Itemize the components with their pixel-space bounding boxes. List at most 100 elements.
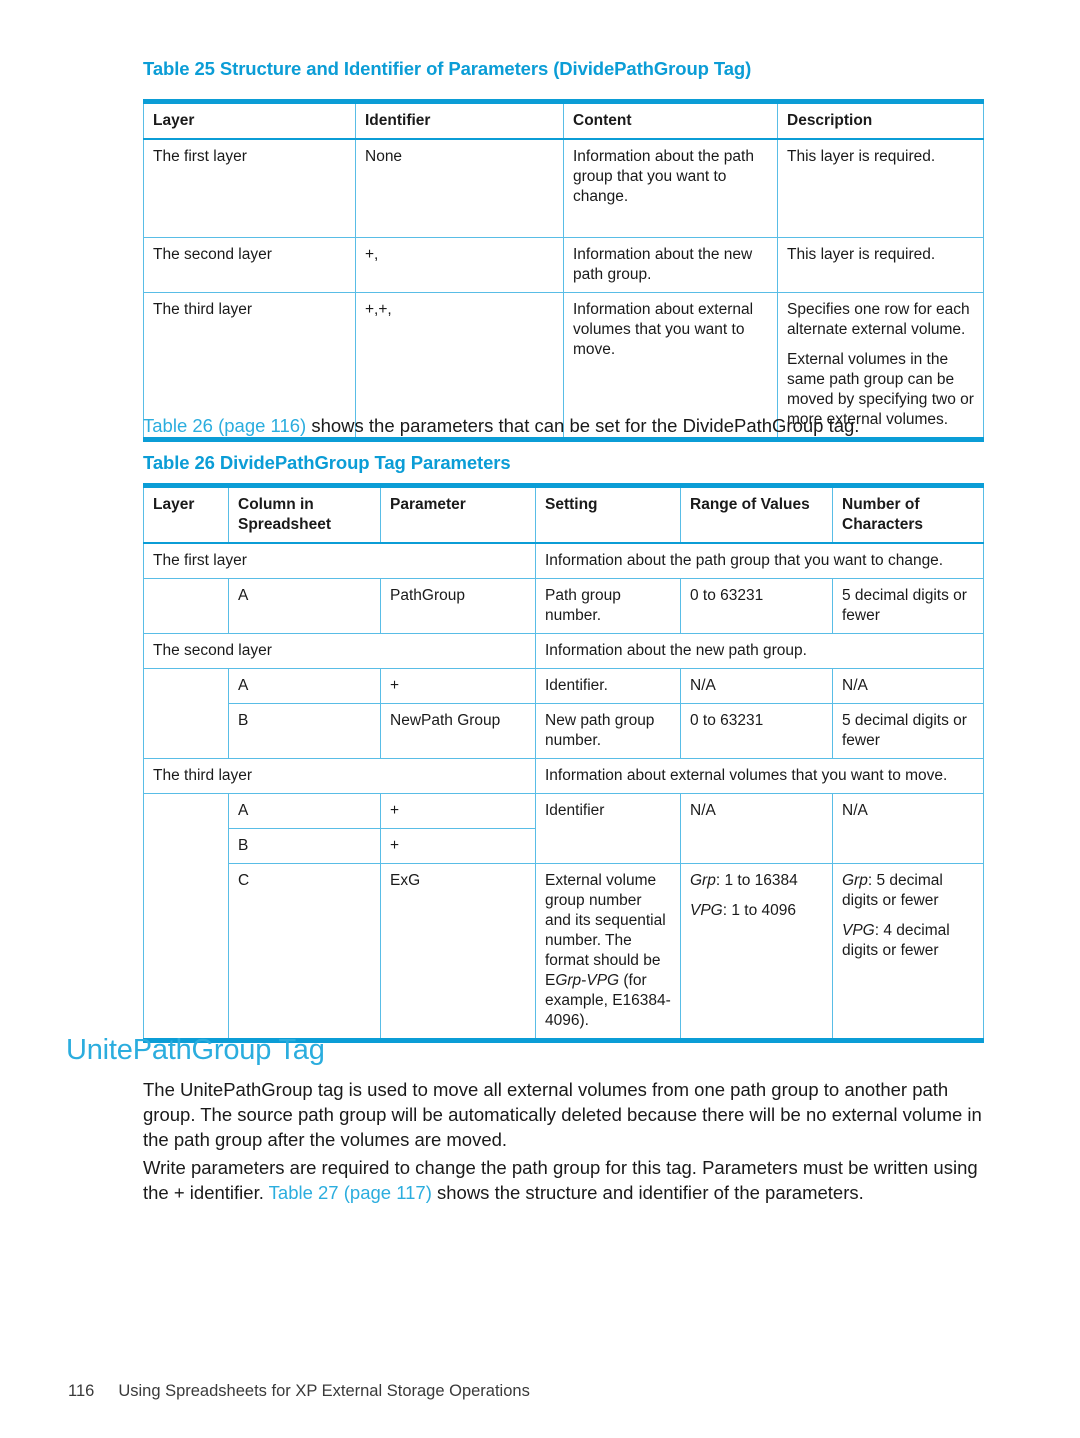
cell-range: 0 to 63231 bbox=[680, 578, 833, 634]
col-header-layer: Layer bbox=[143, 485, 229, 544]
table-row-header: Layer Column in Spreadsheet Parameter Se… bbox=[143, 485, 984, 544]
page-number: 116 bbox=[68, 1382, 95, 1400]
col-header-layer: Layer bbox=[143, 101, 356, 140]
table-row: The first layer None Information about t… bbox=[143, 138, 984, 238]
col-header-parameter: Parameter bbox=[380, 485, 536, 544]
cell-setting: External volume group number and its seq… bbox=[535, 863, 681, 1041]
table-row-layer-summary: The third layer Information about extern… bbox=[143, 758, 984, 794]
cell-description: This layer is required. bbox=[777, 236, 984, 293]
table-26-head: Layer Column in Spreadsheet Parameter Se… bbox=[143, 485, 984, 544]
table-row: C ExG External volume group number and i… bbox=[144, 863, 984, 1041]
table-26-body: The first layer Information about the pa… bbox=[143, 542, 984, 1041]
cell-identifier: None bbox=[355, 138, 564, 238]
table-26-caption: Table 26 DividePathGroup Tag Parameters bbox=[143, 452, 1003, 474]
table-25-caption: Table 25 Structure and Identifier of Par… bbox=[143, 58, 1003, 80]
table-row-header: Layer Identifier Content Description bbox=[143, 101, 984, 140]
section-paragraph-2-rest: shows the structure and identifier of th… bbox=[431, 1182, 864, 1203]
col-header-column-in-spreadsheet: Column in Spreadsheet bbox=[228, 485, 381, 544]
col-header-description: Description bbox=[777, 101, 984, 140]
table-26-intro-text: Table 26 (page 116) shows the parameters… bbox=[143, 413, 1013, 438]
cell-characters: N/A bbox=[832, 668, 984, 704]
col-header-content: Content bbox=[563, 101, 778, 140]
cell-characters: 5 decimal digits or fewer bbox=[832, 703, 984, 759]
table-26-caption-text: Table 26 DividePathGroup Tag Parameters bbox=[143, 452, 511, 473]
cell-layer-empty bbox=[143, 793, 229, 1041]
cell-characters: 5 decimal digits or fewer bbox=[832, 578, 984, 634]
table-row-layer-summary: The first layer Information about the pa… bbox=[143, 542, 984, 579]
table-row: A + Identifier N/A N/A bbox=[143, 793, 984, 1041]
cell-layer: The second layer bbox=[143, 236, 356, 293]
table-25-caption-text: Table 25 Structure and Identifier of Par… bbox=[143, 58, 752, 79]
cell-range: N/A bbox=[680, 793, 833, 864]
cell-column: C bbox=[228, 863, 381, 1041]
cell-layer-summary: Information about external volumes that … bbox=[535, 758, 984, 794]
cell-parameter: ExG bbox=[380, 863, 536, 1041]
cell-parameter: + bbox=[380, 793, 536, 829]
cell-range: 0 to 63231 bbox=[680, 703, 833, 759]
cell-range: Grp: 1 to 16384 VPG: 1 to 4096 bbox=[680, 863, 833, 1041]
table-25: Layer Identifier Content Description The… bbox=[143, 99, 984, 442]
table-25-grid: Layer Identifier Content Description The… bbox=[143, 99, 984, 442]
table-row: A PathGroup Path group number. 0 to 6323… bbox=[143, 578, 984, 634]
cell-range-line: Grp: 1 to 16384 bbox=[690, 871, 823, 891]
cell-layer: The first layer bbox=[143, 542, 536, 579]
cell-parameter: + bbox=[380, 828, 536, 864]
table-27-crossref-link[interactable]: Table 27 (page 117) bbox=[269, 1182, 432, 1203]
table-26: Layer Column in Spreadsheet Parameter Se… bbox=[143, 483, 984, 1043]
table-26-intro-rest: shows the parameters that can be set for… bbox=[306, 415, 860, 436]
cell-setting: Identifier bbox=[535, 793, 681, 864]
cell-layer-empty bbox=[143, 578, 229, 634]
table-row: The second layer +, Information about th… bbox=[143, 236, 984, 293]
cell-layer: The second layer bbox=[143, 633, 536, 669]
cell-layer-summary: Information about the new path group. bbox=[535, 633, 984, 669]
range-value-grp: : 1 to 16384 bbox=[715, 872, 798, 889]
document-page: Table 25 Structure and Identifier of Par… bbox=[0, 0, 1080, 1438]
cell-parameter: PathGroup bbox=[380, 578, 536, 634]
cell-column: B bbox=[228, 703, 381, 759]
cell-layer-empty bbox=[143, 668, 229, 759]
cell-content: Information about the new path group. bbox=[563, 236, 778, 293]
col-header-identifier: Identifier bbox=[355, 101, 564, 140]
cell-description: This layer is required. bbox=[777, 138, 984, 238]
cell-layer-summary: Information about the path group that yo… bbox=[535, 542, 984, 579]
cell-setting: Path group number. bbox=[535, 578, 681, 634]
cell-identifier: +, bbox=[355, 236, 564, 293]
chars-label-grp: Grp bbox=[842, 872, 868, 889]
table-row: B NewPath Group New path group number. 0… bbox=[144, 703, 984, 759]
cell-column: A bbox=[228, 668, 381, 704]
page-section-heading: UnitePathGroup Tag bbox=[66, 1034, 325, 1066]
cell-column: B bbox=[228, 828, 381, 864]
page-footer: 116 Using Spreadsheets for XP External St… bbox=[68, 1382, 530, 1401]
cell-setting: New path group number. bbox=[535, 703, 681, 759]
cell-column: A bbox=[228, 578, 381, 634]
table-row: A + Identifier. N/A N/A bbox=[143, 668, 984, 759]
cell-characters-line: Grp: 5 decimal digits or fewer bbox=[842, 871, 974, 911]
section-paragraph-2: Write parameters are required to change … bbox=[143, 1155, 1001, 1205]
cell-description-para: Specifies one row for each alternate ext… bbox=[787, 300, 970, 338]
cell-characters-line: VPG: 4 decimal digits or fewer bbox=[842, 921, 974, 961]
section-paragraph-1: The UnitePathGroup tag is used to move a… bbox=[143, 1079, 982, 1150]
cell-content: Information about the path group that yo… bbox=[563, 138, 778, 238]
cell-parameter: + bbox=[380, 668, 536, 704]
table-26-grid: Layer Column in Spreadsheet Parameter Se… bbox=[143, 483, 984, 1043]
cell-parameter: NewPath Group bbox=[380, 703, 536, 759]
footer-title: Using Spreadsheets for XP External Stora… bbox=[118, 1382, 530, 1400]
table-25-head: Layer Identifier Content Description bbox=[143, 101, 984, 140]
col-header-range-of-values: Range of Values bbox=[680, 485, 833, 544]
cell-setting: Identifier. bbox=[535, 668, 681, 704]
cell-range: N/A bbox=[680, 668, 833, 704]
range-label-grp: Grp bbox=[690, 872, 716, 889]
cell-range-line: VPG: 1 to 4096 bbox=[690, 901, 823, 921]
cell-layer: The third layer bbox=[143, 758, 536, 794]
cell-characters: N/A bbox=[832, 793, 984, 864]
cell-characters: Grp: 5 decimal digits or fewer VPG: 4 de… bbox=[832, 863, 984, 1041]
col-header-number-of-characters: Number of Characters bbox=[832, 485, 984, 544]
chars-label-vpg: VPG bbox=[842, 922, 875, 939]
range-label-vpg: VPG bbox=[690, 902, 723, 919]
table-25-body: The first layer None Information about t… bbox=[143, 138, 984, 440]
cell-column: A bbox=[228, 793, 381, 829]
cell-setting-italic-grp: Grp bbox=[555, 972, 582, 989]
cell-layer: The first layer bbox=[143, 138, 356, 238]
table-26-crossref-link[interactable]: Table 26 (page 116) bbox=[143, 415, 306, 436]
col-header-setting: Setting bbox=[535, 485, 681, 544]
